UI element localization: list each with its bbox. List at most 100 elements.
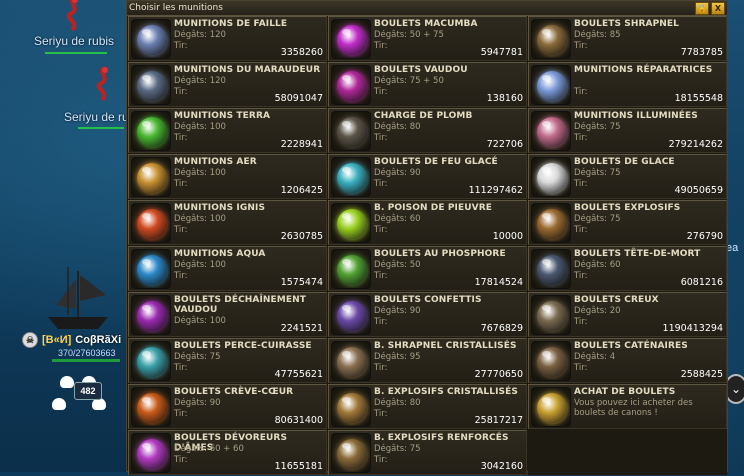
- ammo-tir: Tir:: [574, 133, 588, 143]
- ammo-damage: Dégâts: 75 + 50: [374, 76, 444, 86]
- ammo-item[interactable]: MUNITIONS DU MARAUDEUR Dégâts: 120 Tir: 580…: [128, 62, 327, 107]
- ammo-name: BOULETS DÉCHAÎNEMENT VAUDOU: [174, 295, 306, 315]
- ammo-damage: Dégâts: 80: [374, 122, 421, 132]
- ammo-damage: Dégâts: 90: [374, 306, 421, 316]
- ammo-damage: Dégâts: 120: [174, 30, 226, 40]
- ammo-damage: Dégâts: 80: [374, 398, 421, 408]
- player-name[interactable]: CoβRãXi: [75, 334, 121, 346]
- shop-button[interactable]: ACHAT DE BOULETS Vous pouvez ici acheter …: [528, 384, 727, 429]
- ammo-name: MUNITIONS AER: [174, 157, 257, 167]
- aqua-ammo-icon: [131, 249, 171, 289]
- ammo-item[interactable]: MUNITIONS AER Dégâts: 100 Tir: 1206425: [128, 154, 327, 199]
- ammo-tir: Tir:: [174, 363, 188, 373]
- ammo-name: BOULETS TÊTE-DE-MORT: [574, 249, 701, 259]
- ammo-tir: Tir:: [374, 409, 388, 419]
- ammo-tir: Tir:: [374, 455, 388, 465]
- ammo-item[interactable]: BOULETS VAUDOU Dégâts: 75 + 50 Tir: 138160: [328, 62, 527, 107]
- npc-health-bar: [78, 127, 124, 129]
- sea-serpent-icon[interactable]: [92, 66, 118, 106]
- npc-health-bar: [45, 52, 107, 54]
- ammo-damage: Dégâts: 75: [574, 122, 621, 132]
- npc-name-label: Seriyu de ru: [64, 110, 129, 124]
- ammo-name: BOULETS EXPLOSIFS: [574, 203, 681, 213]
- ammo-tir: Tir:: [374, 41, 388, 51]
- empty-slot: [528, 430, 727, 475]
- ammo-count: 3358260: [280, 47, 323, 58]
- ammo-item[interactable]: BOULETS SHRAPNEL Dégâts: 85 Tir: 7783785: [528, 16, 727, 61]
- ammo-item[interactable]: BOULETS CRÈVE-CŒUR Dégâts: 90 Tir: 80631400: [128, 384, 327, 429]
- ammo-item[interactable]: B. EXPLOSIFS CRISTALLISÉS Dégâts: 80 Tir: 2…: [328, 384, 527, 429]
- ammo-name: BOULETS PERCE-CUIRASSE: [174, 341, 312, 351]
- illuminated-ammo-icon: [531, 111, 571, 151]
- ammo-count: 722706: [486, 139, 523, 150]
- ammo-item[interactable]: MUNITIONS TERRA Dégâts: 100 Tir: 2228941: [128, 108, 327, 153]
- ammo-damage: Dégâts: 50: [374, 260, 421, 270]
- ammo-count: 10000: [492, 231, 523, 242]
- ammo-tir: Tir:: [174, 87, 188, 97]
- voodoo-fury-icon: [131, 295, 171, 335]
- confetti-ammo-icon: [331, 295, 371, 335]
- ammo-tir: Tir:: [574, 271, 588, 281]
- ammo-tir: Tir:: [174, 179, 188, 189]
- ammo-tir: Tir:: [374, 271, 388, 281]
- ammo-damage: Dégâts: 60: [374, 214, 421, 224]
- ammo-count: 7783785: [680, 47, 723, 58]
- ammo-tir: Tir:: [574, 179, 588, 189]
- ammo-tir: Tir:: [374, 317, 388, 327]
- ammo-item[interactable]: MUNITIONS ILLUMINÉES Dégâts: 75 Tir: 279214…: [528, 108, 727, 153]
- ammo-item[interactable]: MUNITIONS IGNIS Dégâts: 100 Tir: 2630785: [128, 200, 327, 245]
- ammo-item[interactable]: BOULETS EXPLOSIFS Dégâts: 75 Tir: 276790: [528, 200, 727, 245]
- ammo-item[interactable]: MUNITIONS AQUA Dégâts: 100 Tir: 1575474: [128, 246, 327, 291]
- ammo-damage: Dégâts: 85: [574, 30, 621, 40]
- ammo-count: 2241521: [280, 323, 323, 334]
- ammo-item[interactable]: B. EXPLOSIFS RENFORCÉS Dégâts: 75 Tir: 3042…: [328, 430, 527, 475]
- octopus-poison-icon: [331, 203, 371, 243]
- player-nameplate: ☠ [B«И] CoβRãXi: [22, 332, 121, 348]
- ammo-damage: Dégâts: 4: [574, 352, 616, 362]
- ammo-name: BOULETS CATÉNAIRES: [574, 341, 688, 351]
- ammo-count: 2588425: [680, 369, 723, 380]
- ammo-tir: Tir:: [574, 225, 588, 235]
- ammo-item[interactable]: BOULETS DÉCHAÎNEMENT VAUDOU Dégâts: 100 22…: [128, 292, 327, 337]
- ammo-item[interactable]: BOULETS TÊTE-DE-MORT Dégâts: 60 Tir: 608121…: [528, 246, 727, 291]
- ammo-item[interactable]: BOULETS AU PHOSPHORE Dégâts: 50 Tir: 178145…: [328, 246, 527, 291]
- ammo-name: ACHAT DE BOULETS: [574, 387, 676, 397]
- armor-piercing-icon: [131, 341, 171, 381]
- ammo-item[interactable]: B. POISON DE PIEUVRE Dégâts: 60 Tir: 10000: [328, 200, 527, 245]
- ammo-item[interactable]: BOULETS DE GLACE Dégâts: 75 Tir: 49050659: [528, 154, 727, 199]
- ammo-item[interactable]: BOULETS CONFETTIS Dégâts: 90 Tir: 7676829: [328, 292, 527, 337]
- terra-ammo-icon: [131, 111, 171, 151]
- ammo-item[interactable]: BOULETS CATÉNAIRES Dégâts: 4 Tir: 2588425: [528, 338, 727, 383]
- ammo-name: B. EXPLOSIFS RENFORCÉS: [374, 433, 509, 443]
- lock-icon[interactable]: 🔒: [695, 1, 709, 15]
- ammo-name: BOULETS AU PHOSPHORE: [374, 249, 506, 259]
- window-titlebar[interactable]: Choisir les munitions 🔒 X: [127, 1, 727, 16]
- ammo-item[interactable]: BOULETS DÉVOREURS D'ÂMES Dégâts: 60 + 60 T…: [128, 430, 327, 475]
- ammo-damage: Dégâts: 90: [374, 168, 421, 178]
- ammo-item[interactable]: BOULETS DE FEU GLACÉ Dégâts: 90 Tir: 111297…: [328, 154, 527, 199]
- ammo-item[interactable]: CHARGE DE PLOMB Dégâts: 80 Tir: 722706: [328, 108, 527, 153]
- skull-ammo-icon: [531, 249, 571, 289]
- ammo-name: B. POISON DE PIEUVRE: [374, 203, 493, 213]
- npc-name-label: Seriyu de rubis: [34, 34, 115, 48]
- ammo-tir: Tir:: [174, 455, 188, 465]
- ammo-item[interactable]: B. SHRAPNEL CRISTALLISÉS Dégâts: 95 Tir: 27…: [328, 338, 527, 383]
- crystal-shrapnel-icon: [331, 341, 371, 381]
- ammo-name: MUNITIONS TERRA: [174, 111, 271, 121]
- ammo-item[interactable]: MUNITIONS DE FAILLE Dégâts: 120 Tir: 335826…: [128, 16, 327, 61]
- ammo-item[interactable]: BOULETS PERCE-CUIRASSE Dégâts: 75 Tir: 4775…: [128, 338, 327, 383]
- ammo-damage: Dégâts: 60 + 60: [174, 444, 244, 454]
- soul-devourer-icon: [131, 433, 171, 473]
- ammo-damage: Dégâts: 90: [174, 398, 221, 408]
- ammo-item[interactable]: BOULETS MACUMBA Dégâts: 50 + 75 Tir: 594778…: [328, 16, 527, 61]
- ammo-item[interactable]: BOULETS CREUX Dégâts: 20 Tir: 1190413294: [528, 292, 727, 337]
- ammo-item[interactable]: MUNITIONS RÉPARATRICES Tir: 18155548: [528, 62, 727, 107]
- sea-serpent-icon[interactable]: [62, 0, 88, 36]
- aer-ammo-icon: [131, 157, 171, 197]
- close-button[interactable]: X: [711, 1, 725, 15]
- pirate-ship-icon[interactable]: [38, 265, 118, 335]
- chain-shot-icon: [531, 341, 571, 381]
- ammo-tir: Tir:: [174, 133, 188, 143]
- heartbreaker-ammo-icon: [131, 387, 171, 427]
- ammo-count: 111297462: [468, 185, 523, 196]
